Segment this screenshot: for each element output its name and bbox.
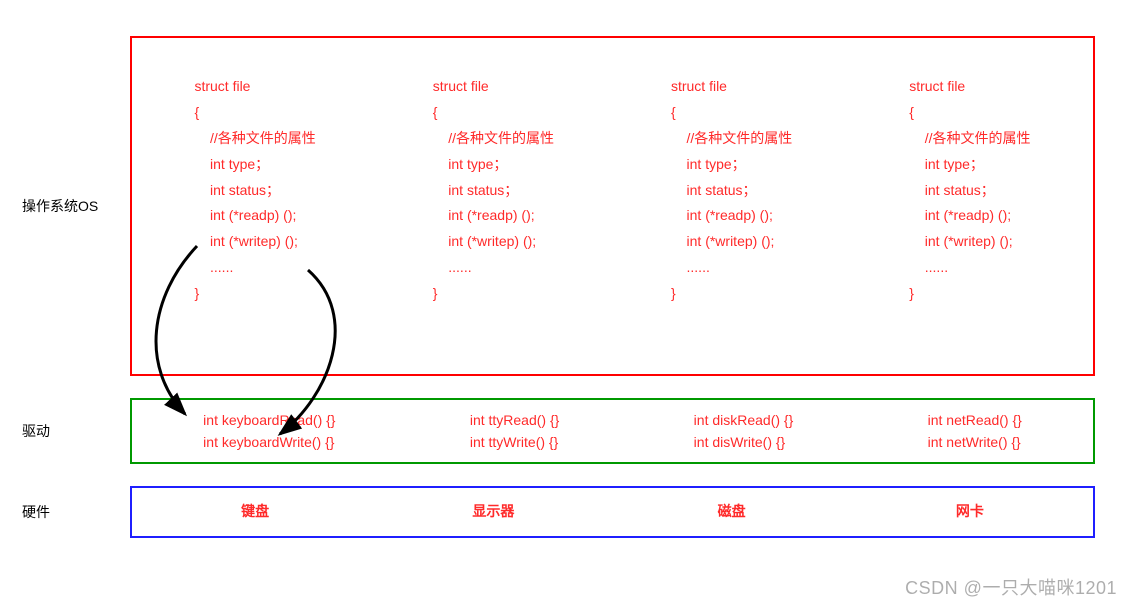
- struct-file-2: struct file { //各种文件的属性 int type； int st…: [671, 74, 792, 307]
- hardware-layer: 硬件 键盘 显示器 磁盘 网卡: [0, 486, 1125, 538]
- driver-tty: int ttyRead() {} int ttyWrite() {}: [470, 409, 560, 454]
- driver-net: int netRead() {} int netWrite() {}: [928, 409, 1022, 454]
- driver-layer: 驱动 int keyboardRead() {} int keyboardWri…: [0, 398, 1125, 464]
- driver-label: 驱动: [0, 421, 130, 441]
- struct-file-0: struct file { //各种文件的属性 int type； int st…: [194, 74, 315, 307]
- hw-monitor: 显示器: [423, 499, 563, 525]
- driver-keyboard: int keyboardRead() {} int keyboardWrite(…: [203, 409, 335, 454]
- os-layer: 操作系统OS struct file { //各种文件的属性 int type；…: [0, 36, 1125, 376]
- struct-file-1: struct file { //各种文件的属性 int type； int st…: [433, 74, 554, 307]
- driver-box: int keyboardRead() {} int keyboardWrite(…: [130, 398, 1095, 464]
- hardware-box: 键盘 显示器 磁盘 网卡: [130, 486, 1095, 538]
- os-box: struct file { //各种文件的属性 int type； int st…: [130, 36, 1095, 376]
- driver-disk: int diskRead() {} int disWrite() {}: [694, 409, 794, 454]
- os-label: 操作系统OS: [0, 196, 130, 216]
- hardware-label: 硬件: [0, 502, 130, 522]
- hw-keyboard: 键盘: [185, 499, 325, 525]
- hw-netcard: 网卡: [900, 499, 1040, 525]
- watermark: CSDN @一只大喵咪1201: [905, 574, 1117, 600]
- hw-disk: 磁盘: [662, 499, 802, 525]
- struct-file-3: struct file { //各种文件的属性 int type； int st…: [909, 74, 1030, 307]
